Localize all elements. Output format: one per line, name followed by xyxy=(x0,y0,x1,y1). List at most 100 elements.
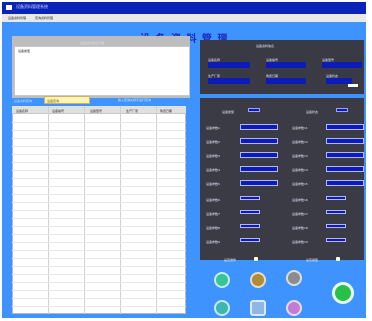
param-bar-8[interactable] xyxy=(240,224,260,228)
param-label-19: 设备参数19 xyxy=(292,240,308,244)
param-label-1: 设备参数1 xyxy=(206,126,220,130)
search-hint: 输入查询关键字进行查询 xyxy=(118,98,152,102)
param-bar-6[interactable] xyxy=(240,196,260,200)
search-input-value: 设备查询 xyxy=(47,99,60,103)
table-row-line xyxy=(12,122,186,123)
param-label-11: 设备参数11 xyxy=(292,126,308,130)
param-bar-16[interactable] xyxy=(326,196,346,200)
status-indicator xyxy=(348,84,358,87)
param-bar-1[interactable] xyxy=(240,124,278,130)
table-header-col-5: 购置日期 xyxy=(160,109,173,113)
device-info-textarea[interactable] xyxy=(14,46,190,96)
table-row-line xyxy=(12,186,186,187)
app-icon xyxy=(6,5,12,10)
right-top-field-5[interactable] xyxy=(266,78,306,84)
toggle-left[interactable] xyxy=(248,108,260,112)
delete-icon[interactable] xyxy=(286,300,302,316)
param-label-13: 设备参数13 xyxy=(292,154,308,158)
table-row-line xyxy=(12,154,186,155)
param-bar-14[interactable] xyxy=(326,166,364,172)
table-header-col-2: 设备编号 xyxy=(52,109,65,113)
table-row-line xyxy=(12,138,186,139)
param-bar-3[interactable] xyxy=(240,152,278,158)
param-bar-19[interactable] xyxy=(326,238,346,242)
param-label-5: 设备参数5 xyxy=(206,182,220,186)
document-icon[interactable] xyxy=(250,300,266,316)
search-label: 设备资料查询 xyxy=(14,99,33,103)
table-row-line xyxy=(12,298,186,299)
param-bar-17[interactable] xyxy=(326,210,346,214)
device-info-text: 设备类型 xyxy=(18,49,31,53)
toggle-label-right: 设备状态 xyxy=(306,110,319,114)
param-label-7: 设备参数7 xyxy=(206,212,220,216)
table-row-line xyxy=(12,146,186,147)
param-label-18: 设备参数18 xyxy=(292,226,308,230)
param-label-14: 设备参数14 xyxy=(292,168,308,172)
param-bar-13[interactable] xyxy=(326,152,364,158)
table-row-line xyxy=(12,282,186,283)
toggle-right[interactable] xyxy=(336,108,348,112)
param-bar-12[interactable] xyxy=(326,138,364,144)
table-row-line xyxy=(12,266,186,267)
table-row-line xyxy=(12,306,186,307)
table-header-col-1: 设备名称 xyxy=(16,109,29,113)
table-row-line xyxy=(12,242,186,243)
table-row-line xyxy=(12,274,186,275)
table-row-line xyxy=(12,226,186,227)
param-bar-5[interactable] xyxy=(240,180,278,186)
param-label-9: 设备参数9 xyxy=(206,240,220,244)
table-row-line xyxy=(12,202,186,203)
param-bar-11[interactable] xyxy=(326,124,364,130)
left-panel-title: 设备资料信息管理 xyxy=(80,41,105,45)
table-header-col-3: 设备型号 xyxy=(90,109,103,113)
bottom-right-checkbox[interactable] xyxy=(336,257,340,261)
param-bar-7[interactable] xyxy=(240,210,260,214)
exit-icon[interactable] xyxy=(332,282,354,304)
bottom-right-check-label: 是否报废 xyxy=(306,258,319,262)
table-row-line xyxy=(12,210,186,211)
table-row-line xyxy=(12,290,186,291)
param-label-12: 设备参数12 xyxy=(292,140,308,144)
menu-text: 设备资料管理 查询资料管理 xyxy=(8,16,53,20)
param-bar-4[interactable] xyxy=(240,166,278,172)
refresh-icon[interactable] xyxy=(214,272,230,288)
right-top-field-1[interactable] xyxy=(208,62,250,68)
table-row-line xyxy=(12,170,186,171)
bottom-left-checkbox[interactable] xyxy=(254,257,258,261)
table-row-line xyxy=(12,218,186,219)
param-bar-2[interactable] xyxy=(240,138,278,144)
table-row-line xyxy=(12,194,186,195)
table-row-line xyxy=(12,250,186,251)
menu-item-query[interactable]: 查询资料管理 xyxy=(27,16,53,20)
toggle-label-left: 设备类型 xyxy=(222,110,235,114)
right-top-field-2[interactable] xyxy=(266,62,306,68)
table-row-line xyxy=(12,178,186,179)
table-header-col-4: 生产厂家 xyxy=(126,109,139,113)
bottom-left-check-label: 是否维修 xyxy=(224,258,237,262)
right-top-title: 设备资料信息 xyxy=(256,44,275,48)
param-label-6: 设备参数6 xyxy=(206,198,220,202)
window-title: 设备资料管理系统 xyxy=(16,4,48,9)
param-label-16: 设备参数16 xyxy=(292,198,308,202)
tools-icon[interactable] xyxy=(214,300,230,316)
right-top-field-4[interactable] xyxy=(208,78,250,84)
param-bar-18[interactable] xyxy=(326,224,346,228)
right-top-field-3[interactable] xyxy=(322,62,362,68)
param-bar-9[interactable] xyxy=(240,238,260,242)
param-label-15: 设备参数15 xyxy=(292,182,308,186)
print-icon[interactable] xyxy=(286,270,302,286)
param-bar-15[interactable] xyxy=(326,180,364,186)
open-folder-icon[interactable] xyxy=(250,272,266,288)
param-label-3: 设备参数3 xyxy=(206,154,220,158)
table-row-line xyxy=(12,234,186,235)
param-label-8: 设备参数8 xyxy=(206,226,220,230)
menu-item-device[interactable]: 设备资料管理 xyxy=(8,16,26,20)
param-label-2: 设备参数2 xyxy=(206,140,220,144)
right-main-panel xyxy=(200,98,364,260)
search-input[interactable]: 设备查询 xyxy=(44,96,90,104)
param-label-4: 设备参数4 xyxy=(206,168,220,172)
window-title-bar xyxy=(2,2,366,14)
menu-bar xyxy=(2,14,366,22)
param-label-17: 设备参数17 xyxy=(292,212,308,216)
table-row-line xyxy=(12,162,186,163)
